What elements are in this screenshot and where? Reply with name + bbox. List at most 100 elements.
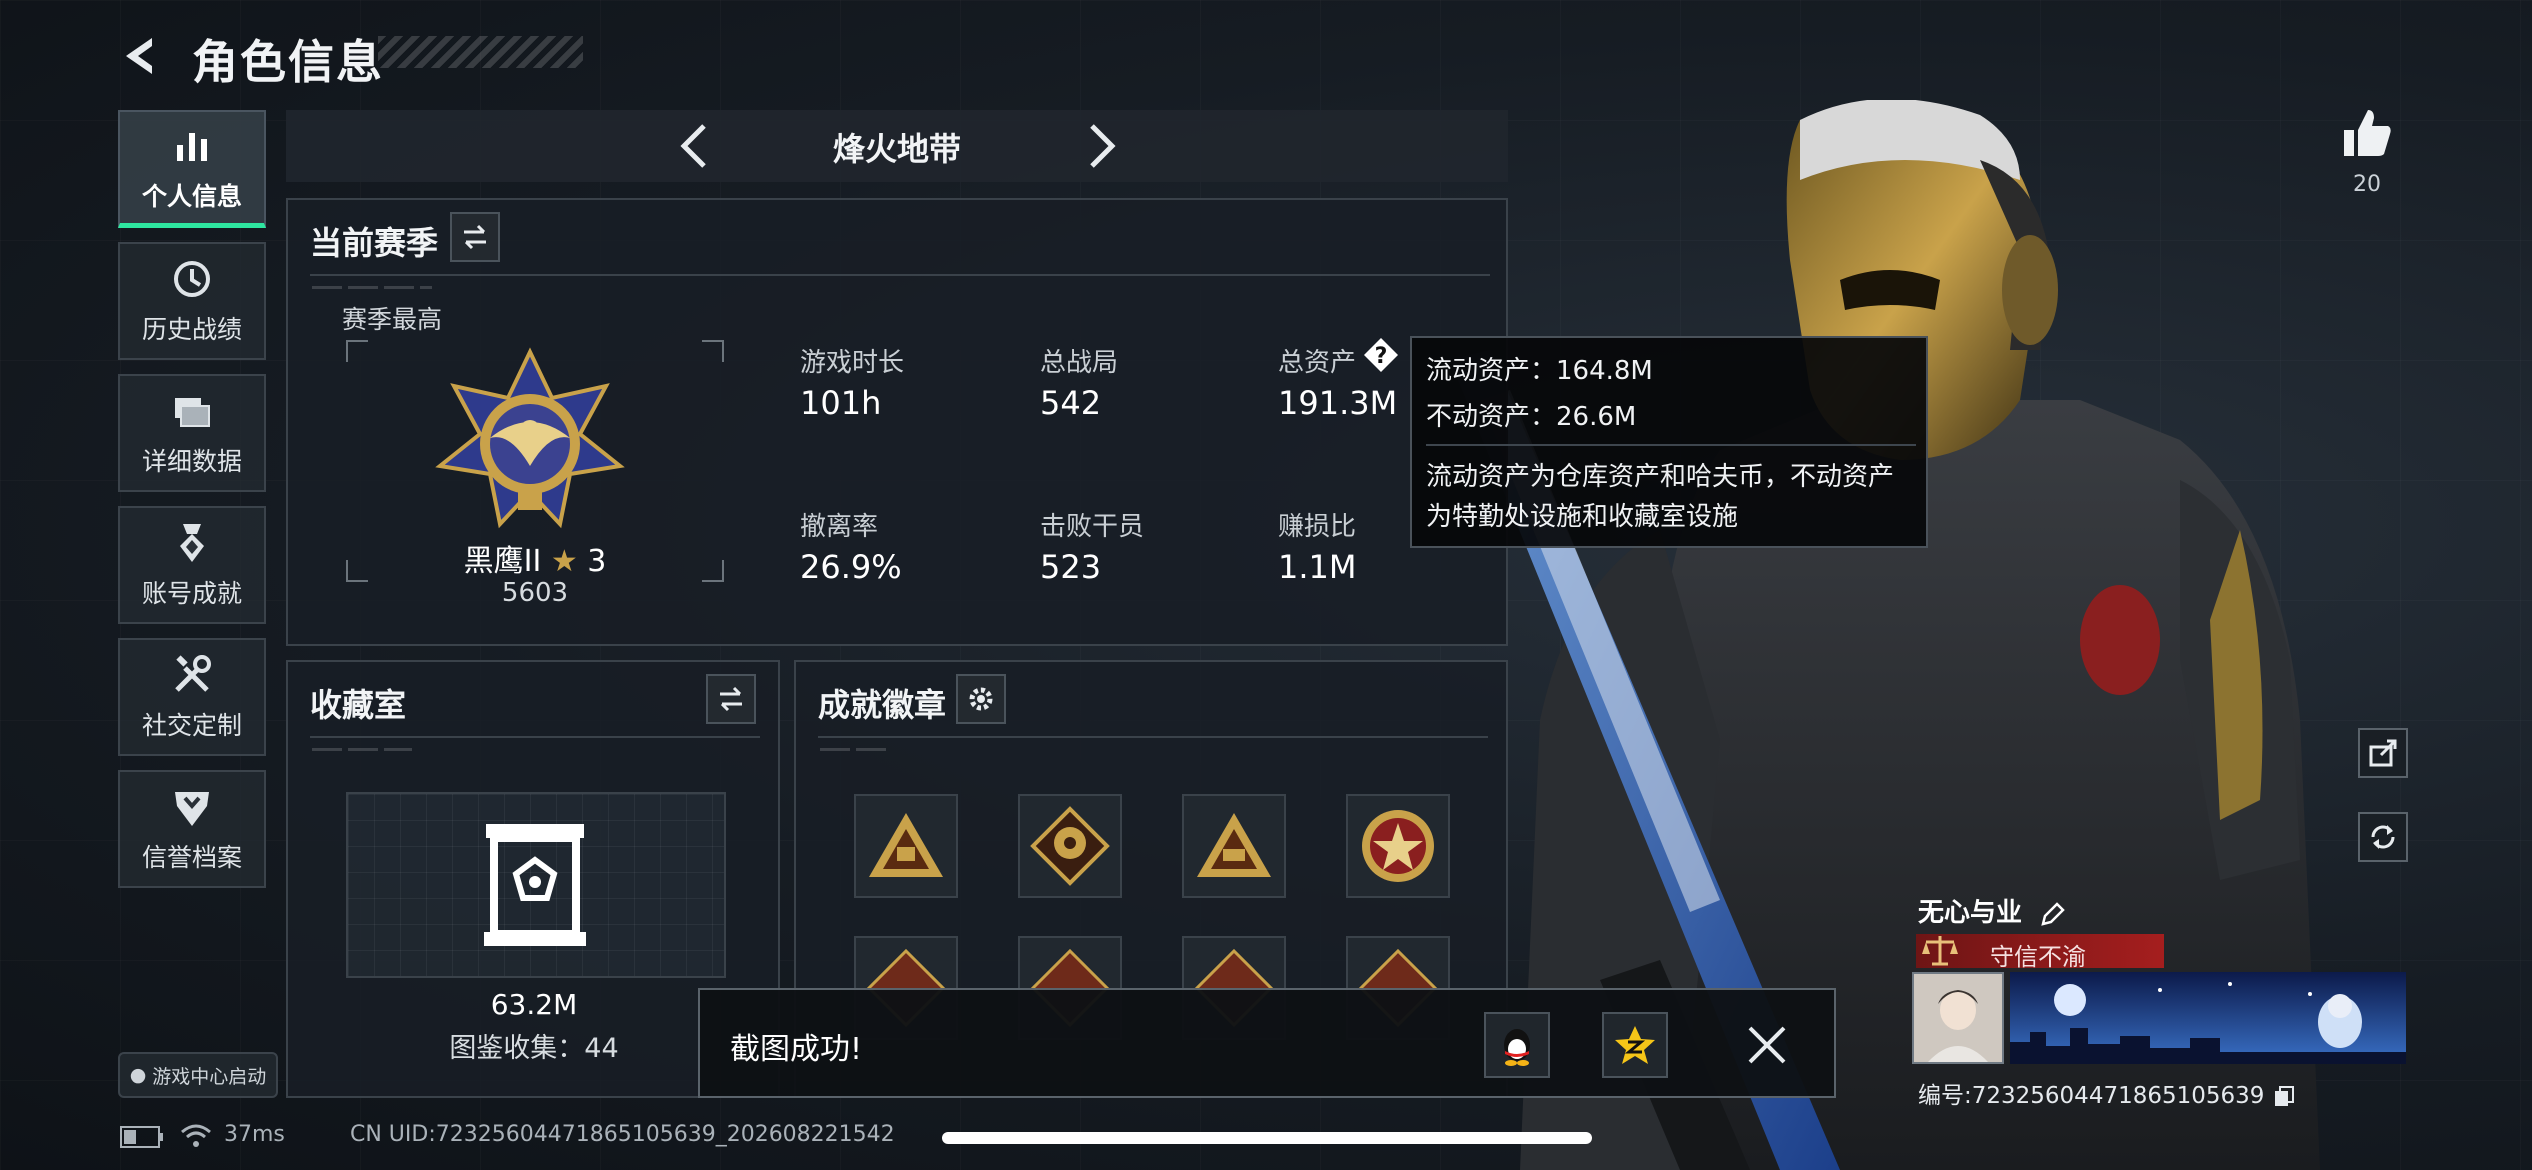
profile-banner[interactable] <box>2010 972 2406 1064</box>
share-icon <box>2369 739 2397 767</box>
gold-triangle-badge-icon <box>869 813 943 877</box>
collection-panel-title: 收藏室 <box>310 686 407 724</box>
avatar-portrait-icon <box>1914 974 2002 1062</box>
battery-icon <box>120 1126 163 1148</box>
edit-pencil-icon[interactable] <box>2039 900 2067 928</box>
qq-penguin-icon <box>1504 1029 1530 1066</box>
stat-label-kills: 击败干员 <box>1040 512 1145 542</box>
stat-value-profit-ratio: 1.1M <box>1278 548 1357 586</box>
star-icon: ★ <box>550 544 578 579</box>
refresh-icon <box>2371 825 2395 849</box>
nav-item-reputation[interactable]: 信誉档案 <box>118 770 266 888</box>
nav-label: 个人信息 <box>141 181 242 211</box>
star-medal-badge-icon <box>1362 810 1434 882</box>
like-count: 20 <box>2353 172 2381 197</box>
collection-switch-button[interactable] <box>706 674 756 724</box>
stat-label-extract-rate: 撤离率 <box>800 512 879 542</box>
gear-icon <box>969 687 993 711</box>
tooltip-divider <box>1426 444 1916 446</box>
stat-label-playtime: 游戏时长 <box>800 348 905 378</box>
share-qq-button[interactable] <box>1484 1012 1550 1078</box>
player-name: 无心与业 <box>1918 898 2023 928</box>
decor-lines <box>312 286 432 289</box>
achievements-settings-button[interactable] <box>956 674 1006 724</box>
tools-icon <box>175 655 211 692</box>
close-icon[interactable] <box>1734 1012 1800 1078</box>
shield-icon <box>175 792 209 826</box>
medal-icon <box>180 524 204 562</box>
tooltip-fixed-assets: 不动资产：26.6M <box>1426 402 1637 432</box>
frame-corner <box>702 560 724 582</box>
clock-icon <box>174 261 210 297</box>
night-city-banner-image <box>2010 972 2406 1064</box>
rank-score: 5603 <box>501 578 569 608</box>
title-decoration <box>378 36 583 68</box>
gold-triangle-badge-icon <box>1197 813 1271 877</box>
avatar[interactable] <box>1912 972 2004 1064</box>
swap-arrows-icon <box>720 686 742 712</box>
tooltip-desc-line1: 流动资产为仓库资产和哈夫币，不动资产 <box>1426 462 1895 492</box>
page-title: 角色信息 <box>192 35 384 89</box>
thumbs-up-icon[interactable] <box>2338 104 2396 162</box>
rank-emblem-icon <box>435 347 625 529</box>
nav-item-history[interactable]: 历史战绩 <box>118 242 266 360</box>
player-name-row: 无心与业 <box>1918 892 2067 929</box>
qzone-star-icon <box>1615 1026 1655 1064</box>
decor-lines <box>820 748 890 751</box>
gold-flower-badge-icon <box>1030 806 1110 886</box>
achievement-badge[interactable] <box>1018 794 1122 898</box>
rank-stars: 3 <box>587 544 607 579</box>
nav-label: 信誉档案 <box>141 843 242 872</box>
stat-value-kills: 523 <box>1040 548 1102 586</box>
nav-label: 社交定制 <box>141 711 242 740</box>
frame-corner <box>346 340 368 362</box>
nav-item-achievements[interactable]: 账号成就 <box>118 506 266 624</box>
stat-value-total-assets: 191.3M <box>1278 384 1398 422</box>
copy-icon[interactable] <box>2272 1085 2296 1109</box>
stat-value-total-matches: 542 <box>1040 384 1102 422</box>
scales-icon <box>1922 936 1958 966</box>
player-id: 编号:72325604471865105639 <box>1918 1083 2265 1109</box>
wifi-icon <box>181 1124 211 1147</box>
rank-name-row: 黑鹰II ★ 3 <box>380 536 690 580</box>
svg-text:?: ? <box>1375 344 1388 369</box>
person-icon: ● <box>129 1064 147 1086</box>
toast-message: 截图成功! <box>730 1032 863 1067</box>
share-qzone-button[interactable] <box>1602 1012 1668 1078</box>
frame-corner <box>702 340 724 362</box>
achievement-badge[interactable] <box>1182 794 1286 898</box>
rank-name: 黑鹰II <box>463 544 542 579</box>
stat-value-extract-rate: 26.9% <box>800 548 902 586</box>
season-panel-title: 当前赛季 <box>310 224 439 262</box>
tooltip-liquid-assets: 流动资产：164.8M <box>1426 356 1653 386</box>
network-latency: 37ms <box>224 1122 285 1147</box>
nav-item-social-custom[interactable]: 社交定制 <box>118 638 266 756</box>
share-button[interactable] <box>2358 728 2408 778</box>
player-id-row: 编号:72325604471865105639 <box>1918 1076 2296 1110</box>
rotate-button[interactable] <box>2358 812 2408 862</box>
uid-text: CN UID:72325604471865105639_202608221542 <box>350 1122 895 1147</box>
divider <box>818 736 1488 738</box>
frame-corner <box>346 560 368 582</box>
achievements-panel-title: 成就徽章 <box>818 686 947 724</box>
home-indicator[interactable] <box>942 1132 1592 1144</box>
launch-label: 游戏中心启动 <box>152 1065 267 1088</box>
achievement-badge[interactable] <box>1346 794 1450 898</box>
folders-icon <box>175 398 210 427</box>
swap-arrows-icon <box>464 224 486 250</box>
nav-item-detailed-data[interactable]: 详细数据 <box>118 374 266 492</box>
stat-label-total-matches: 总战局 <box>1040 348 1119 378</box>
achievement-badge[interactable] <box>854 794 958 898</box>
season-high-label: 赛季最高 <box>342 305 443 334</box>
game-center-launch-button[interactable]: ● 游戏中心启动 <box>118 1052 278 1098</box>
map-name: 烽火地带 <box>832 130 961 168</box>
divider <box>310 274 1490 276</box>
nav-label: 详细数据 <box>141 447 242 476</box>
help-question-icon[interactable]: ? <box>1362 336 1400 374</box>
screenshot-toast: 截图成功! <box>698 988 1836 1098</box>
back-arrow-icon[interactable] <box>118 32 166 80</box>
nav-label: 账号成就 <box>141 579 242 608</box>
collection-value: 63.2M <box>490 988 578 1021</box>
assets-tooltip: 流动资产：164.8M 不动资产：26.6M 流动资产为仓库资产和哈夫币，不动资… <box>1410 336 1928 548</box>
season-switch-button[interactable] <box>450 212 500 262</box>
